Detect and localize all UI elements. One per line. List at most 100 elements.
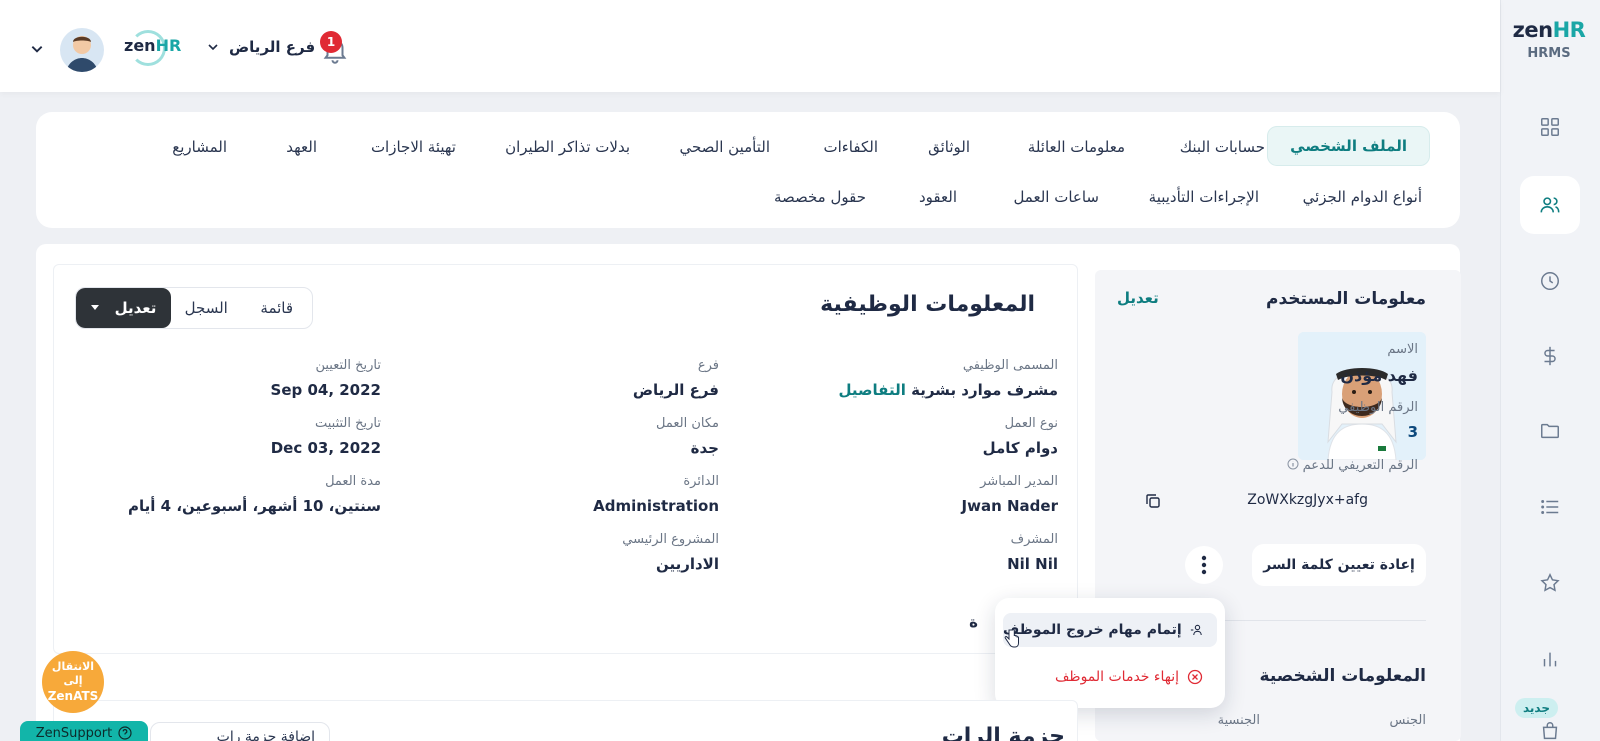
tab-contracts[interactable]: العقود [919, 188, 957, 206]
confirm-date-value: Dec 03, 2022 [270, 439, 381, 457]
edit-button[interactable]: تعديل [76, 288, 171, 328]
zenats-button[interactable]: الانتقال إلى ZenATS [42, 651, 104, 713]
tab-working-hours[interactable]: ساعات العمل [1013, 188, 1099, 206]
support-id-label: الرقم التعريفي للدعم [1287, 458, 1418, 473]
edit-button-label: تعديل [114, 299, 157, 317]
list-button[interactable]: قائمة [242, 288, 313, 328]
tab-custom-fields[interactable]: حقول مخصصة [774, 188, 866, 206]
close-circle-icon [1187, 669, 1203, 685]
sidebar: zenHR HRMS جديد [1500, 0, 1600, 741]
employee-actions-menu: إتمام مهام خروج الموظف إنهاء خدمات الموظ… [995, 598, 1225, 708]
grid-icon[interactable] [1520, 98, 1580, 156]
main-project-label: المشروع الرئيسي [622, 532, 719, 547]
tabs-card [36, 112, 1460, 228]
allowances-title: حزمة الرات [941, 724, 1065, 741]
tab-bank-accounts[interactable]: حسابات البنك [1180, 138, 1265, 156]
users-icon[interactable] [1520, 176, 1580, 234]
tab-competencies[interactable]: الكفاءات [823, 138, 878, 156]
manager-value: Jwan Nader [961, 497, 1058, 515]
user-info-title: معلومات المستخدم [1265, 289, 1426, 309]
notification-badge: 1 [320, 31, 342, 53]
complete-exit-tasks-label: إتمام مهام خروج الموظف [1003, 622, 1182, 638]
job-actions-group: تعديل السجل قائمة [75, 287, 313, 329]
tab-part-time-types[interactable]: أنواع الدوام الجزئي [1303, 188, 1422, 206]
service-length-value: سنتين، 10 أشهر، أسبوعين، 4 أيام [128, 497, 381, 515]
terminate-employee-item[interactable]: إنهاء خدمات الموظف [1003, 660, 1217, 694]
partial-value: ة [969, 613, 978, 631]
job-title-value: مشرف موارد بشرية التفاصيل [838, 381, 1058, 399]
gender-label: الجنس [1389, 713, 1426, 728]
work-type-value: دوام كامل [982, 439, 1058, 457]
info-icon[interactable] [1287, 458, 1299, 470]
zenats-line1: الانتقال إلى [51, 659, 95, 688]
kebab-icon [1201, 555, 1207, 575]
help-icon [118, 726, 132, 740]
work-type-label: نوع العمل [1004, 416, 1058, 431]
tab-health-insurance[interactable]: التأمين الصحي [679, 138, 770, 156]
tab-flight-tickets[interactable]: بدلات تذاكر الطيران [505, 138, 630, 156]
user-minus-icon [1190, 624, 1202, 636]
tab-disciplinary[interactable]: الإجراءات التأديبية [1149, 188, 1259, 206]
tab-leave-setup[interactable]: تهيئة الاجازات [371, 138, 456, 156]
clock-icon[interactable] [1520, 252, 1580, 310]
list-icon[interactable] [1520, 478, 1580, 536]
chart-icon[interactable] [1520, 630, 1580, 688]
chevron-down-icon[interactable] [30, 42, 44, 56]
main-project-value: الاداريين [655, 555, 719, 573]
workplace-label: مكان العمل [656, 416, 719, 431]
supervisor-value: Nil Nil [1007, 555, 1058, 573]
chevron-down-icon [208, 44, 218, 51]
zensupport-label: ZenSupport [35, 725, 113, 741]
company-logo[interactable]: zenHR [124, 36, 181, 55]
personal-info-title: المعلومات الشخصية [1259, 666, 1426, 686]
manager-label: المدير المباشر [980, 474, 1058, 489]
name-label: الاسم [1387, 342, 1418, 357]
complete-exit-tasks-item[interactable]: إتمام مهام خروج الموظف [1003, 613, 1217, 647]
job-info-title: المعلومات الوظيفية [820, 292, 1035, 317]
branch-label: فرع [697, 358, 719, 373]
avatar[interactable] [60, 28, 104, 72]
supervisor-label: المشرف [1010, 532, 1058, 547]
job-title-label: المسمى الوظيفي [962, 358, 1058, 373]
zensupport-button[interactable]: ZenSupport [20, 721, 148, 741]
name-value: فهد مؤذن [1340, 366, 1418, 385]
reset-password-button[interactable]: إعادة تعيين كلمة السر [1252, 544, 1426, 586]
hand-cursor-icon [1004, 628, 1019, 648]
branch-label: فرع الرياض [229, 38, 316, 56]
hire-date-label: تاريخ التعيين [315, 358, 381, 373]
zenats-line2: ZenATS [47, 688, 99, 703]
branch-value: فرع الرياض [632, 381, 719, 399]
logo-subtitle: HRMS [1527, 46, 1571, 61]
tab-family-info[interactable]: معلومات العائلة [1028, 138, 1125, 156]
employee-number-label: الرقم الوظيفي [1338, 400, 1418, 415]
nationality-label: الجنسية [1217, 713, 1260, 728]
employee-number-value: 3 [1407, 423, 1418, 441]
department-label: الدائرة [683, 474, 719, 489]
logo: zenHR [1512, 18, 1586, 42]
caret-down-icon [90, 305, 99, 310]
user-info-edit-link[interactable]: تعديل [1117, 289, 1159, 307]
tab-profile[interactable]: الملف الشخصي [1267, 126, 1430, 166]
tab-documents[interactable]: الوثائق [928, 138, 970, 156]
branch-select[interactable]: فرع الرياض [207, 38, 315, 56]
dollar-icon[interactable] [1520, 327, 1580, 385]
tab-projects[interactable]: المشاريع [172, 138, 227, 156]
add-allowance-button[interactable]: إضافة حزمة رات [150, 722, 330, 741]
bag-icon[interactable] [1520, 720, 1580, 741]
copy-icon[interactable] [1144, 492, 1162, 510]
more-options-button[interactable] [1185, 546, 1223, 584]
department-value: Administration [593, 497, 719, 515]
support-id-value: ZoWXkzgJyx+afg [1247, 492, 1368, 508]
confirm-date-label: تاريخ التثبيت [314, 416, 381, 431]
top-bar: 1 فرع الرياض zenHR [0, 0, 1500, 92]
service-length-label: مدة العمل [325, 474, 381, 489]
new-badge: جديد [1514, 698, 1558, 718]
hire-date-value: Sep 04, 2022 [270, 381, 381, 399]
workplace-value: جدة [690, 439, 719, 457]
terminate-employee-label: إنهاء خدمات الموظف [1054, 669, 1179, 685]
history-button[interactable]: السجل [171, 288, 242, 328]
folder-icon[interactable] [1520, 402, 1580, 460]
tab-custody[interactable]: العهد [286, 138, 317, 156]
star-icon[interactable] [1520, 554, 1580, 612]
details-link[interactable]: التفاصيل [839, 381, 906, 399]
